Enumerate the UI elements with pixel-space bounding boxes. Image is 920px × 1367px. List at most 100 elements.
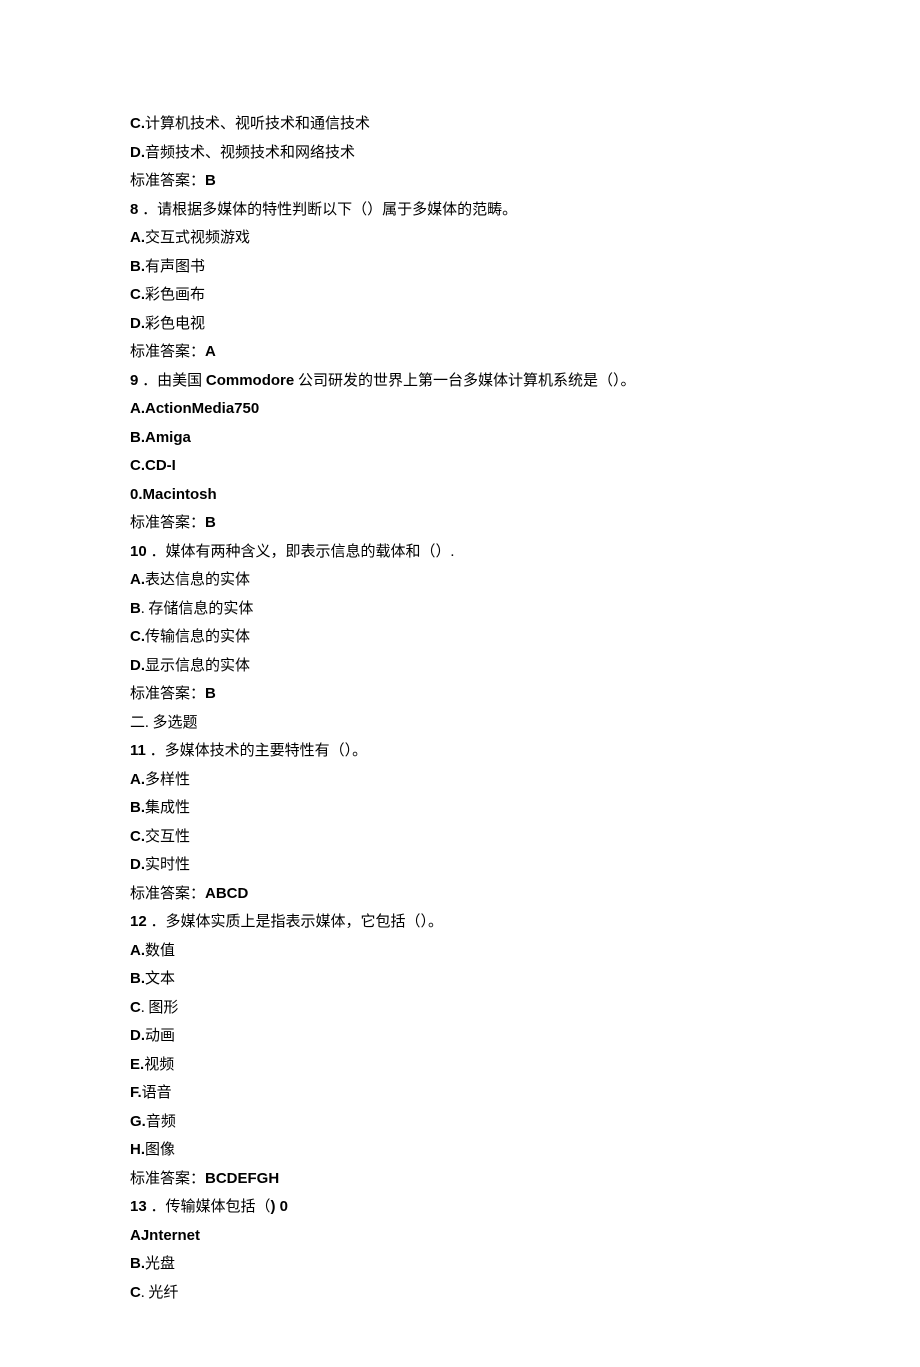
question-number: 13 [130, 1198, 147, 1215]
option-line: A.交互式视频游戏 [130, 224, 790, 253]
option-line: B.集成性 [130, 794, 790, 823]
option-line: B.Amiga [130, 424, 790, 453]
answer-value: A [205, 343, 216, 360]
answer-value: B [205, 514, 216, 531]
answer-value: BCDEFGH [205, 1170, 279, 1187]
option-text: 光盘 [145, 1256, 175, 1272]
answer-label: 标准答案： [130, 686, 205, 702]
option-letter: C. [130, 628, 145, 645]
option-text: . 光纤 [141, 1285, 179, 1301]
question-stem: 10 ．媒体有两种含义，即表示信息的载体和（）. [130, 538, 790, 567]
option-text: 音频 [146, 1114, 176, 1130]
option-line: E.视频 [130, 1051, 790, 1080]
option-line: C. 图形 [130, 994, 790, 1023]
option-text: 图像 [145, 1142, 175, 1158]
answer-label: 标准答案： [130, 886, 205, 902]
option-letter: B [130, 600, 141, 617]
option-text: 音频技术、视频技术和网络技术 [145, 145, 355, 161]
option-text: . 图形 [141, 1000, 179, 1016]
question-text-pre: ．传输媒体包括（ [147, 1199, 271, 1215]
option-line: B.光盘 [130, 1250, 790, 1279]
option-line: D.显示信息的实体 [130, 652, 790, 681]
option-letter: C [130, 999, 141, 1016]
answer-value: B [205, 685, 216, 702]
option-line: A.ActionMedia750 [130, 395, 790, 424]
option-text: 交互式视频游戏 [145, 230, 250, 246]
question-text: ．媒体有两种含义，即表示信息的载体和（）. [147, 544, 455, 560]
option-text: . 存储信息的实体 [141, 601, 254, 617]
section-header: 二. 多选题 [130, 709, 790, 738]
option-text: 文本 [145, 971, 175, 987]
option-text: 实时性 [145, 857, 190, 873]
option-line: C.彩色画布 [130, 281, 790, 310]
option-letter: E. [130, 1056, 144, 1073]
option-letter: C. [130, 286, 145, 303]
question-number: 10 [130, 543, 147, 560]
option-line: A.多样性 [130, 766, 790, 795]
question-number: 11 [130, 742, 146, 759]
question-text-bold: ) 0 [270, 1198, 288, 1215]
option-letter: B. [130, 799, 145, 816]
option-line: H.图像 [130, 1136, 790, 1165]
answer-line: 标准答案：B [130, 167, 790, 196]
option-letter: D. [130, 144, 145, 161]
option-line: A.表达信息的实体 [130, 566, 790, 595]
option-line: D.彩色电视 [130, 310, 790, 339]
answer-label: 标准答案： [130, 173, 205, 189]
option-letter: B. [130, 970, 145, 987]
option-text: 动画 [145, 1028, 175, 1044]
answer-line: 标准答案：ABCD [130, 880, 790, 909]
question-number: 12 [130, 913, 147, 930]
option-line: D.实时性 [130, 851, 790, 880]
document-page: C.计算机技术、视听技术和通信技术 D.音频技术、视频技术和网络技术 标准答案：… [0, 0, 920, 1367]
option-line: A.数值 [130, 937, 790, 966]
question-text-post: 公司研发的世界上第一台多媒体计算机系统是（）。 [294, 373, 635, 389]
option-letter: A. [130, 571, 145, 588]
option-text: 显示信息的实体 [145, 658, 250, 674]
option-text: 表达信息的实体 [145, 572, 250, 588]
answer-line: 标准答案：B [130, 509, 790, 538]
option-letter: C. [130, 115, 145, 132]
option-line: D.音频技术、视频技术和网络技术 [130, 139, 790, 168]
option-letter: C. [130, 828, 145, 845]
option-letter: G. [130, 1113, 146, 1130]
option-letter: A. [130, 771, 145, 788]
option-letter: C [130, 1284, 141, 1301]
question-stem: 12 ．多媒体实质上是指表示媒体，它包括（）。 [130, 908, 790, 937]
option-text: 多样性 [145, 772, 190, 788]
answer-line: 标准答案：B [130, 680, 790, 709]
option-text: 视频 [144, 1057, 174, 1073]
answer-label: 标准答案： [130, 344, 205, 360]
option-line: C.传输信息的实体 [130, 623, 790, 652]
question-stem: 9 ．由美国 Commodore 公司研发的世界上第一台多媒体计算机系统是（）。 [130, 367, 790, 396]
option-text: 集成性 [145, 800, 190, 816]
question-text-bold: Commodore [206, 372, 294, 389]
answer-value: B [205, 172, 216, 189]
option-text: 彩色画布 [145, 287, 205, 303]
option-letter: A. [130, 942, 145, 959]
question-stem: 11 ．多媒体技术的主要特性有（）。 [130, 737, 790, 766]
option-text: 计算机技术、视听技术和通信技术 [145, 116, 370, 132]
question-stem: 13 ．传输媒体包括（) 0 [130, 1193, 790, 1222]
option-line: F.语音 [130, 1079, 790, 1108]
answer-line: 标准答案：A [130, 338, 790, 367]
option-letter: H. [130, 1141, 145, 1158]
question-stem: 8 ．请根据多媒体的特性判断以下（）属于多媒体的范畴。 [130, 196, 790, 225]
option-line: C.CD-I [130, 452, 790, 481]
option-line: B.有声图书 [130, 253, 790, 282]
option-letter: A. [130, 229, 145, 246]
option-line: G.音频 [130, 1108, 790, 1137]
option-text: 彩色电视 [145, 316, 205, 332]
option-line: C.计算机技术、视听技术和通信技术 [130, 110, 790, 139]
option-line: C. 光纤 [130, 1279, 790, 1308]
option-line: B.文本 [130, 965, 790, 994]
option-letter: D. [130, 315, 145, 332]
question-text: ．多媒体实质上是指表示媒体，它包括（）。 [147, 914, 443, 930]
option-letter: B. [130, 1255, 145, 1272]
answer-value: ABCD [205, 885, 248, 902]
answer-label: 标准答案： [130, 515, 205, 531]
option-text: 有声图书 [145, 259, 205, 275]
answer-line: 标准答案：BCDEFGH [130, 1165, 790, 1194]
option-line: D.动画 [130, 1022, 790, 1051]
option-letter: B. [130, 258, 145, 275]
